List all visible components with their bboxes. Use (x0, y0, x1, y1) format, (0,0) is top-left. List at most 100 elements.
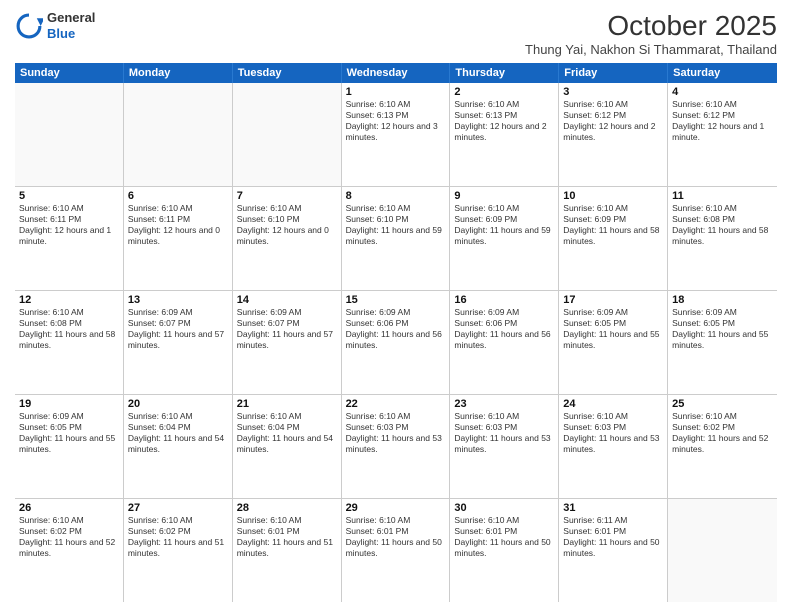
day-number: 30 (454, 502, 554, 514)
calendar-day-30: 30Sunrise: 6:10 AMSunset: 6:01 PMDayligh… (450, 499, 559, 602)
day-info-text: Daylight: 11 hours and 59 minutes. (346, 225, 446, 247)
day-info-text: Sunset: 6:01 PM (237, 526, 337, 537)
day-info-text: Sunrise: 6:10 AM (237, 515, 337, 526)
day-info-text: Sunrise: 6:10 AM (454, 411, 554, 422)
day-number: 17 (563, 294, 663, 306)
logo-icon (15, 12, 43, 40)
day-info-text: Sunset: 6:04 PM (237, 422, 337, 433)
calendar-day-5: 5Sunrise: 6:10 AMSunset: 6:11 PMDaylight… (15, 187, 124, 290)
calendar-week-4: 19Sunrise: 6:09 AMSunset: 6:05 PMDayligh… (15, 395, 777, 499)
day-number: 26 (19, 502, 119, 514)
day-info-text: Daylight: 11 hours and 54 minutes. (128, 433, 228, 455)
day-info-text: Daylight: 12 hours and 1 minute. (19, 225, 119, 247)
calendar-empty-cell (233, 83, 342, 186)
day-info-text: Sunrise: 6:09 AM (672, 307, 773, 318)
day-number: 18 (672, 294, 773, 306)
day-info-text: Daylight: 12 hours and 1 minute. (672, 121, 773, 143)
day-number: 29 (346, 502, 446, 514)
calendar-day-9: 9Sunrise: 6:10 AMSunset: 6:09 PMDaylight… (450, 187, 559, 290)
day-info-text: Sunset: 6:01 PM (346, 526, 446, 537)
day-info-text: Sunrise: 6:09 AM (563, 307, 663, 318)
day-info-text: Sunset: 6:12 PM (563, 110, 663, 121)
calendar-day-2: 2Sunrise: 6:10 AMSunset: 6:13 PMDaylight… (450, 83, 559, 186)
day-header-saturday: Saturday (668, 63, 777, 83)
day-info-text: Daylight: 11 hours and 55 minutes. (672, 329, 773, 351)
day-info-text: Daylight: 11 hours and 51 minutes. (128, 537, 228, 559)
calendar-day-16: 16Sunrise: 6:09 AMSunset: 6:06 PMDayligh… (450, 291, 559, 394)
day-info-text: Sunset: 6:13 PM (346, 110, 446, 121)
day-info-text: Sunrise: 6:10 AM (454, 99, 554, 110)
day-number: 31 (563, 502, 663, 514)
day-number: 11 (672, 190, 773, 202)
day-info-text: Sunrise: 6:10 AM (563, 203, 663, 214)
day-info-text: Daylight: 11 hours and 57 minutes. (128, 329, 228, 351)
calendar-day-31: 31Sunrise: 6:11 AMSunset: 6:01 PMDayligh… (559, 499, 668, 602)
day-info-text: Sunset: 6:10 PM (237, 214, 337, 225)
calendar-day-24: 24Sunrise: 6:10 AMSunset: 6:03 PMDayligh… (559, 395, 668, 498)
day-info-text: Sunrise: 6:09 AM (454, 307, 554, 318)
day-number: 6 (128, 190, 228, 202)
day-info-text: Sunrise: 6:10 AM (19, 307, 119, 318)
day-info-text: Sunrise: 6:09 AM (19, 411, 119, 422)
day-info-text: Sunset: 6:05 PM (19, 422, 119, 433)
day-info-text: Sunset: 6:03 PM (346, 422, 446, 433)
calendar-day-21: 21Sunrise: 6:10 AMSunset: 6:04 PMDayligh… (233, 395, 342, 498)
day-info-text: Daylight: 11 hours and 53 minutes. (563, 433, 663, 455)
day-info-text: Sunset: 6:05 PM (563, 318, 663, 329)
day-info-text: Sunrise: 6:09 AM (346, 307, 446, 318)
calendar-week-2: 5Sunrise: 6:10 AMSunset: 6:11 PMDaylight… (15, 187, 777, 291)
calendar-day-15: 15Sunrise: 6:09 AMSunset: 6:06 PMDayligh… (342, 291, 451, 394)
calendar-day-3: 3Sunrise: 6:10 AMSunset: 6:12 PMDaylight… (559, 83, 668, 186)
day-info-text: Sunset: 6:01 PM (454, 526, 554, 537)
day-info-text: Sunset: 6:11 PM (128, 214, 228, 225)
calendar-day-8: 8Sunrise: 6:10 AMSunset: 6:10 PMDaylight… (342, 187, 451, 290)
calendar-day-7: 7Sunrise: 6:10 AMSunset: 6:10 PMDaylight… (233, 187, 342, 290)
day-number: 16 (454, 294, 554, 306)
calendar-day-10: 10Sunrise: 6:10 AMSunset: 6:09 PMDayligh… (559, 187, 668, 290)
day-info-text: Sunrise: 6:09 AM (237, 307, 337, 318)
calendar-header: SundayMondayTuesdayWednesdayThursdayFrid… (15, 63, 777, 83)
calendar-week-1: 1Sunrise: 6:10 AMSunset: 6:13 PMDaylight… (15, 83, 777, 187)
day-info-text: Sunrise: 6:10 AM (346, 411, 446, 422)
day-info-text: Sunrise: 6:10 AM (128, 411, 228, 422)
day-info-text: Daylight: 11 hours and 57 minutes. (237, 329, 337, 351)
calendar-day-19: 19Sunrise: 6:09 AMSunset: 6:05 PMDayligh… (15, 395, 124, 498)
day-info-text: Daylight: 11 hours and 58 minutes. (672, 225, 773, 247)
day-number: 24 (563, 398, 663, 410)
logo-blue: Blue (47, 26, 95, 42)
day-header-thursday: Thursday (450, 63, 559, 83)
calendar-day-1: 1Sunrise: 6:10 AMSunset: 6:13 PMDaylight… (342, 83, 451, 186)
day-number: 8 (346, 190, 446, 202)
day-info-text: Daylight: 11 hours and 54 minutes. (237, 433, 337, 455)
day-info-text: Sunset: 6:10 PM (346, 214, 446, 225)
day-header-sunday: Sunday (15, 63, 124, 83)
day-info-text: Sunrise: 6:10 AM (454, 203, 554, 214)
day-number: 27 (128, 502, 228, 514)
day-number: 3 (563, 86, 663, 98)
day-number: 22 (346, 398, 446, 410)
day-info-text: Daylight: 11 hours and 50 minutes. (454, 537, 554, 559)
calendar-body: 1Sunrise: 6:10 AMSunset: 6:13 PMDaylight… (15, 83, 777, 602)
day-info-text: Daylight: 12 hours and 0 minutes. (237, 225, 337, 247)
logo: General Blue (15, 10, 95, 41)
day-info-text: Sunset: 6:11 PM (19, 214, 119, 225)
day-info-text: Sunrise: 6:10 AM (237, 411, 337, 422)
day-info-text: Daylight: 11 hours and 50 minutes. (346, 537, 446, 559)
day-info-text: Sunset: 6:03 PM (563, 422, 663, 433)
calendar-day-4: 4Sunrise: 6:10 AMSunset: 6:12 PMDaylight… (668, 83, 777, 186)
day-info-text: Sunrise: 6:10 AM (346, 99, 446, 110)
calendar-week-3: 12Sunrise: 6:10 AMSunset: 6:08 PMDayligh… (15, 291, 777, 395)
day-info-text: Sunset: 6:02 PM (19, 526, 119, 537)
calendar-day-13: 13Sunrise: 6:09 AMSunset: 6:07 PMDayligh… (124, 291, 233, 394)
calendar-day-27: 27Sunrise: 6:10 AMSunset: 6:02 PMDayligh… (124, 499, 233, 602)
calendar-day-14: 14Sunrise: 6:09 AMSunset: 6:07 PMDayligh… (233, 291, 342, 394)
day-number: 20 (128, 398, 228, 410)
day-info-text: Sunset: 6:02 PM (128, 526, 228, 537)
day-info-text: Sunset: 6:01 PM (563, 526, 663, 537)
day-info-text: Daylight: 11 hours and 55 minutes. (19, 433, 119, 455)
calendar-day-23: 23Sunrise: 6:10 AMSunset: 6:03 PMDayligh… (450, 395, 559, 498)
title-block: October 2025 Thung Yai, Nakhon Si Thamma… (525, 10, 777, 57)
day-info-text: Daylight: 11 hours and 58 minutes. (563, 225, 663, 247)
page: General Blue October 2025 Thung Yai, Nak… (0, 0, 792, 612)
day-info-text: Sunrise: 6:11 AM (563, 515, 663, 526)
